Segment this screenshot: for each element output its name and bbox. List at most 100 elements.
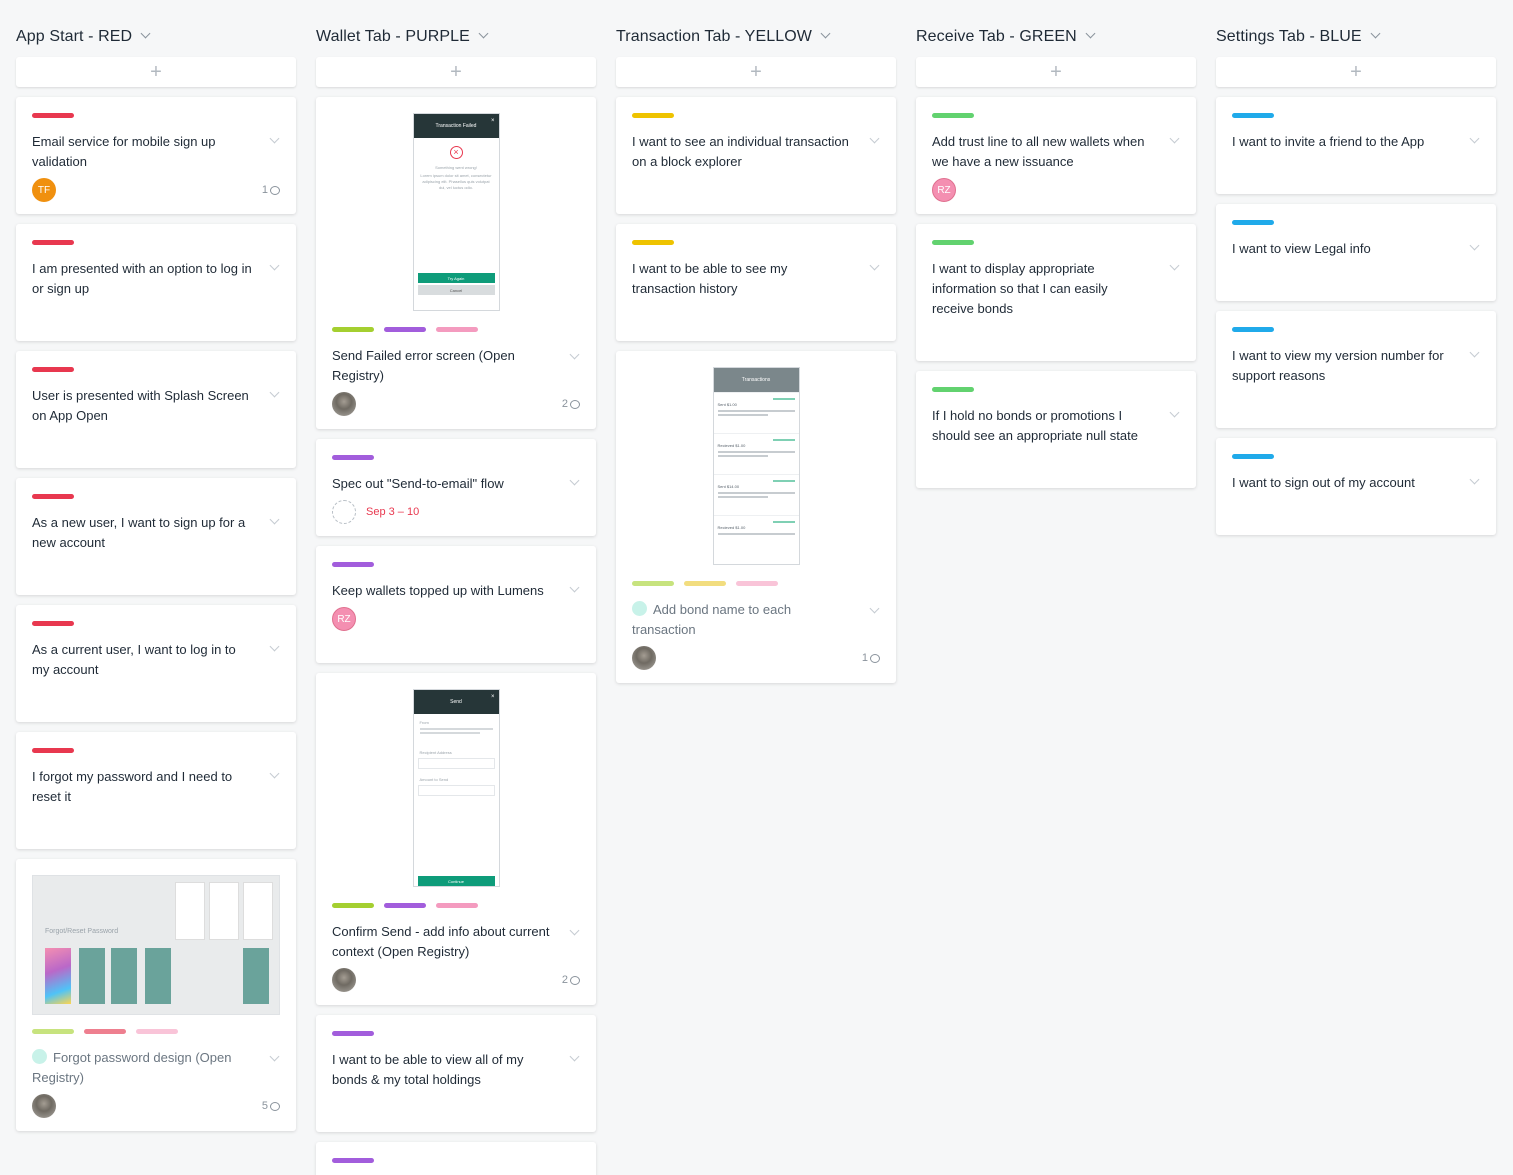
task-card[interactable]: Transaction Failed × × Something went wro… <box>316 97 596 429</box>
green-tag <box>932 240 974 245</box>
task-card[interactable]: I want to see an individual transaction … <box>616 97 896 214</box>
task-card[interactable]: Send × From Recipient Address Amount to S… <box>316 673 596 1005</box>
add-task-button[interactable]: + <box>616 57 896 87</box>
task-card[interactable]: If I hold no bonds or promotions I shoul… <box>916 371 1196 488</box>
card-title: Confirm Send - add info about current co… <box>332 924 550 959</box>
pink-tag <box>736 581 778 586</box>
avatar[interactable] <box>332 392 356 416</box>
card-title: I want to invite a friend to the App <box>1232 134 1425 149</box>
task-card[interactable]: I want to be able to see my transaction … <box>616 224 896 341</box>
board: App Start - RED + Email service for mobi… <box>0 0 1513 1175</box>
card-title: I want to sign out of my account <box>1232 475 1415 490</box>
column-title: Settings Tab - BLUE <box>1216 27 1362 45</box>
comment-count[interactable]: 5 <box>262 1100 280 1112</box>
card-title: I want to be able to view all of my bond… <box>332 1052 524 1087</box>
card-title: Spec out "Send-to-email" flow <box>332 476 504 491</box>
task-card[interactable]: I want to view my version number for sup… <box>1216 311 1496 428</box>
add-task-button[interactable]: + <box>316 57 596 87</box>
task-card[interactable]: Email service for mobile sign up validat… <box>16 97 296 214</box>
column-header[interactable]: Settings Tab - BLUE <box>1216 0 1496 57</box>
check-circle-icon[interactable] <box>32 1049 47 1064</box>
column-header[interactable]: Transaction Tab - YELLOW <box>616 0 896 57</box>
task-card[interactable]: User is presented with Splash Screen on … <box>16 351 296 468</box>
column-header[interactable]: Receive Tab - GREEN <box>916 0 1196 57</box>
avatar[interactable] <box>632 646 656 670</box>
red-tag <box>32 748 74 753</box>
avatar[interactable] <box>32 1094 56 1118</box>
red-tag <box>32 367 74 372</box>
task-card[interactable]: I want to invite a friend to the App <box>1216 97 1496 194</box>
chevron-down-icon[interactable] <box>1370 28 1381 39</box>
task-card[interactable]: Transactions Sent $1.00 Recieved $1.00 S… <box>616 351 896 683</box>
avatar[interactable]: TF <box>32 178 56 202</box>
purple-tag <box>332 1031 374 1036</box>
task-card[interactable] <box>316 1142 596 1175</box>
attachment-image[interactable]: Forgot/Reset Password <box>32 875 280 1015</box>
task-card[interactable]: As a current user, I want to log in to m… <box>16 605 296 722</box>
column-header[interactable]: Wallet Tab - PURPLE <box>316 0 596 57</box>
check-circle-icon[interactable] <box>632 601 647 616</box>
column-transaction-tab: Transaction Tab - YELLOW + I want to see… <box>616 0 896 693</box>
add-task-button[interactable]: + <box>916 57 1196 87</box>
mock-message: Something went wrong! <box>435 165 477 170</box>
chevron-down-icon[interactable] <box>1085 28 1096 39</box>
card-title: I want to be able to see my transaction … <box>632 261 788 296</box>
task-card[interactable]: I want to display appropriate informatio… <box>916 224 1196 361</box>
purple-tag <box>332 1158 374 1163</box>
task-card[interactable]: Keep wallets topped up with Lumens RZ <box>316 546 596 663</box>
chevron-down-icon[interactable] <box>820 28 831 39</box>
lime-tag <box>632 581 674 586</box>
avatar[interactable] <box>332 968 356 992</box>
blue-tag <box>1232 220 1274 225</box>
column-title: App Start - RED <box>16 27 133 45</box>
task-card[interactable]: I want to view Legal info <box>1216 204 1496 301</box>
red-tag <box>32 240 74 245</box>
column-receive-tab: Receive Tab - GREEN + Add trust line to … <box>916 0 1196 498</box>
attachment-image[interactable]: Send × From Recipient Address Amount to S… <box>332 689 580 887</box>
purple-tag <box>332 455 374 460</box>
task-card[interactable]: Spec out "Send-to-email" flow Sep 3 – 10 <box>316 439 596 536</box>
green-tag <box>932 113 974 118</box>
mock-row: Recieved $1.00 <box>717 443 746 448</box>
comment-count[interactable]: 2 <box>562 974 580 986</box>
task-card[interactable]: I forgot my password and I need to reset… <box>16 732 296 849</box>
mock-continue: Continue <box>417 876 495 886</box>
card-title: I am presented with an option to log in … <box>32 261 252 296</box>
assignee-placeholder-icon[interactable] <box>332 500 356 524</box>
yellow-tag <box>632 240 674 245</box>
card-title: Add bond name to each transaction <box>632 601 792 637</box>
mock-row: Sent $1.00 <box>717 402 737 407</box>
comment-count[interactable]: 2 <box>562 398 580 410</box>
add-task-button[interactable]: + <box>1216 57 1496 87</box>
comment-count[interactable]: 1 <box>262 184 280 196</box>
comment-count[interactable]: 1 <box>862 652 880 664</box>
card-title: Forgot password design (Open Registry) <box>32 1049 232 1085</box>
card-title: As a new user, I want to sign up for a n… <box>32 515 246 550</box>
task-card[interactable]: As a new user, I want to sign up for a n… <box>16 478 296 595</box>
add-task-button[interactable]: + <box>16 57 296 87</box>
purple-tag <box>332 562 374 567</box>
lime-tag <box>32 1029 74 1034</box>
task-card[interactable]: Forgot/Reset Password Forgot password de… <box>16 859 296 1131</box>
red-tag <box>32 494 74 499</box>
task-card[interactable]: I want to be able to view all of my bond… <box>316 1015 596 1132</box>
task-card[interactable]: Add trust line to all new wallets when w… <box>916 97 1196 214</box>
due-date[interactable]: Sep 3 – 10 <box>366 506 419 518</box>
mock-recipient-label: Recipient Address <box>419 750 452 755</box>
attachment-image[interactable]: Transaction Failed × × Something went wro… <box>332 113 580 311</box>
red-tag <box>32 113 74 118</box>
yellow-tag <box>632 113 674 118</box>
column-header[interactable]: App Start - RED <box>16 0 296 57</box>
avatar[interactable]: RZ <box>332 607 356 631</box>
column-wallet-tab: Wallet Tab - PURPLE + Transaction Failed… <box>316 0 596 1175</box>
task-card[interactable]: I am presented with an option to log in … <box>16 224 296 341</box>
card-title: I forgot my password and I need to reset… <box>32 769 233 804</box>
avatar[interactable]: RZ <box>932 178 956 202</box>
card-title: I want to view my version number for sup… <box>1232 348 1444 383</box>
comment-icon <box>570 975 580 985</box>
task-card[interactable]: I want to sign out of my account <box>1216 438 1496 535</box>
chevron-down-icon[interactable] <box>478 28 489 39</box>
chevron-down-icon[interactable] <box>140 28 151 39</box>
card-title: Add trust line to all new wallets when w… <box>932 134 1145 169</box>
attachment-image[interactable]: Transactions Sent $1.00 Recieved $1.00 S… <box>632 367 880 565</box>
